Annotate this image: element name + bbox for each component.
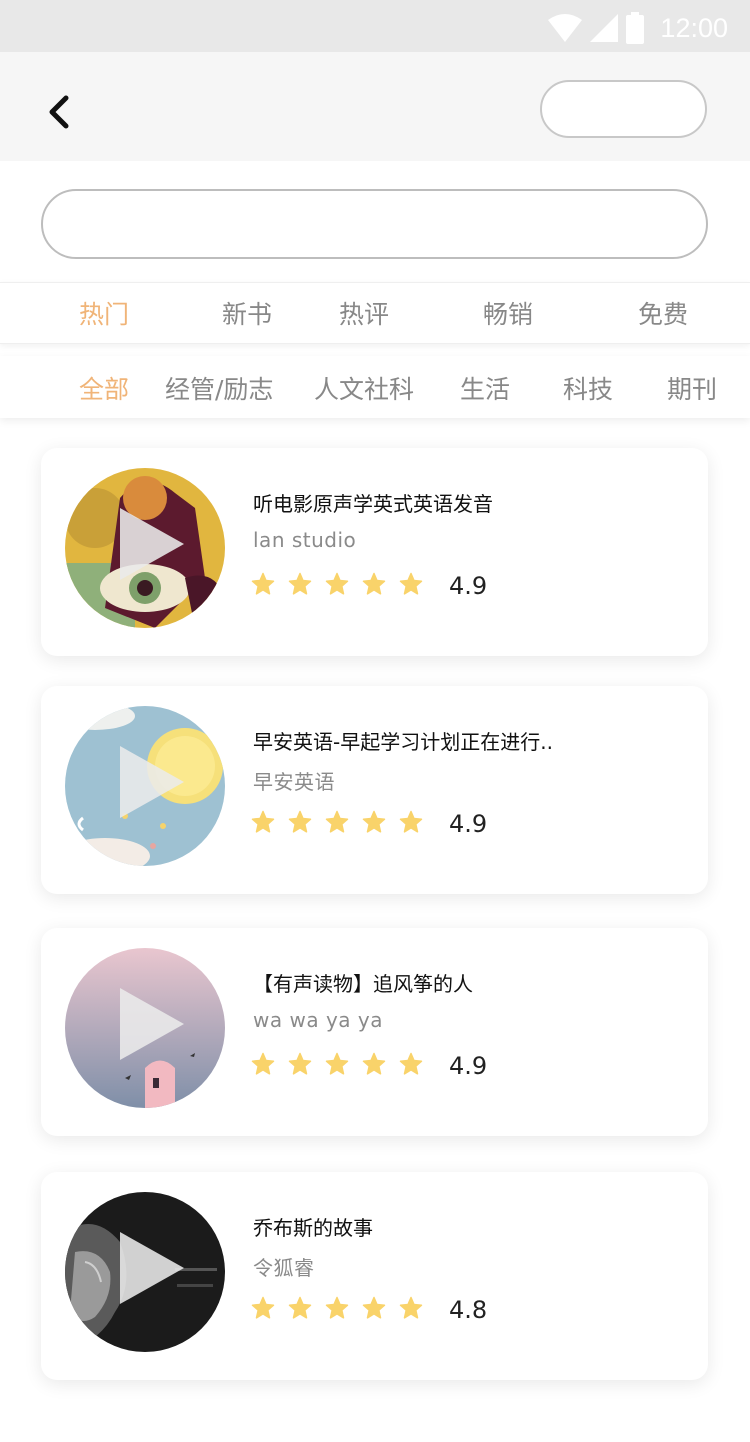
star-icon [251, 1296, 275, 1324]
search-section [0, 161, 750, 281]
header-action-button[interactable] [540, 80, 707, 138]
cover-image [65, 706, 225, 866]
list-item[interactable]: 【有声读物】追风筝的人 wa wa ya ya 4.9 [41, 928, 708, 1136]
star-icon [325, 1052, 349, 1080]
category-tech[interactable]: 科技 [563, 370, 613, 406]
star-icon [399, 1296, 423, 1324]
play-icon [120, 1232, 184, 1304]
play-icon [120, 746, 184, 818]
rating-value: 4.9 [449, 572, 488, 600]
category-journals[interactable]: 期刊 [667, 370, 717, 406]
item-author: 早安英语 [253, 770, 335, 794]
star-icon [362, 1052, 386, 1080]
wifi-icon [548, 14, 583, 42]
category-business[interactable]: 经管/励志 [165, 370, 273, 406]
tab-reviews[interactable]: 热评 [339, 295, 389, 331]
star-rating [251, 1296, 423, 1324]
chevron-left-icon [49, 95, 69, 129]
star-icon [288, 1296, 312, 1324]
star-icon [288, 1052, 312, 1080]
star-icon [362, 1296, 386, 1324]
item-title: 早安英语-早起学习计划正在进行.. [253, 730, 553, 754]
star-icon [251, 810, 275, 838]
play-icon [120, 988, 184, 1060]
star-icon [325, 572, 349, 600]
rating-value: 4.9 [449, 1052, 488, 1080]
tab-free[interactable]: 免费 [638, 295, 688, 331]
category-life[interactable]: 生活 [460, 370, 510, 406]
star-icon [288, 572, 312, 600]
item-author: lan studio [253, 528, 357, 552]
status-bar: 12:00 [0, 0, 750, 52]
star-icon [288, 810, 312, 838]
star-icon [325, 810, 349, 838]
star-icon [362, 572, 386, 600]
cover-image [65, 948, 225, 1108]
star-icon [325, 1296, 349, 1324]
item-title: 【有声读物】追风筝的人 [253, 972, 473, 996]
star-icon [399, 572, 423, 600]
list-item[interactable]: 早安英语-早起学习计划正在进行.. 早安英语 4.9 [41, 686, 708, 894]
star-rating [251, 572, 423, 600]
cover-image [65, 1192, 225, 1352]
rating-value: 4.8 [449, 1296, 488, 1324]
status-icons: 12:00 [548, 10, 728, 46]
item-author: 令狐睿 [253, 1256, 315, 1280]
tab-hot[interactable]: 热门 [79, 295, 129, 331]
list-item[interactable]: 听电影原声学英式英语发音 lan studio 4.9 [41, 448, 708, 656]
rating-value: 4.9 [449, 810, 488, 838]
battery-icon [626, 12, 645, 44]
star-icon [399, 1052, 423, 1080]
tab-bestsellers[interactable]: 畅销 [483, 295, 533, 331]
star-icon [251, 572, 275, 600]
star-rating [251, 1052, 423, 1080]
back-button[interactable] [40, 92, 80, 132]
cell-signal-icon [590, 14, 619, 42]
cover-image [65, 468, 225, 628]
category-bar: 全部 经管/励志 人文社科 生活 科技 期刊 [0, 356, 750, 418]
nav-bar [0, 52, 750, 161]
item-title: 乔布斯的故事 [253, 1216, 373, 1240]
item-author: wa wa ya ya [253, 1008, 383, 1032]
top-tabs: 热门 新书 热评 畅销 免费 [0, 282, 750, 344]
search-input[interactable] [41, 189, 708, 259]
status-time: 12:00 [660, 12, 728, 43]
star-icon [362, 810, 386, 838]
category-humanities[interactable]: 人文社科 [314, 370, 414, 406]
star-icon [251, 1052, 275, 1080]
tab-new[interactable]: 新书 [222, 295, 272, 331]
star-rating [251, 810, 423, 838]
item-title: 听电影原声学英式英语发音 [253, 492, 493, 516]
star-icon [399, 810, 423, 838]
play-icon [120, 508, 184, 580]
category-all[interactable]: 全部 [79, 370, 129, 406]
list-item[interactable]: 乔布斯的故事 令狐睿 4.8 [41, 1172, 708, 1380]
